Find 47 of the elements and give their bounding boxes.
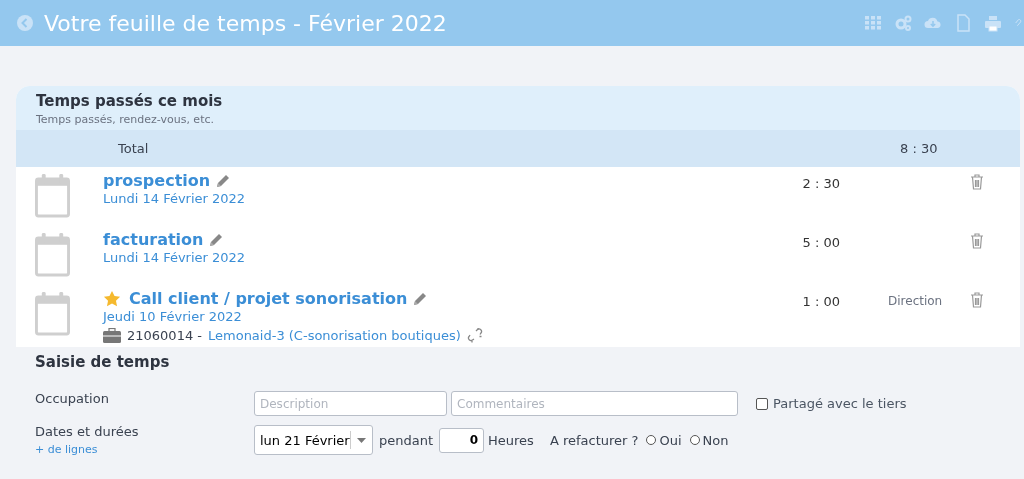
dates-label: Dates et durées [35, 424, 140, 439]
entry-duration: 2 : 30 [801, 175, 840, 191]
trash-icon[interactable] [970, 233, 984, 249]
pencil-icon[interactable] [208, 231, 225, 248]
entry-date: Lundi 14 Février 2022 [103, 250, 247, 265]
hours-unit: Heures [488, 432, 534, 448]
date-dropdown[interactable]: lun 21 Février [254, 425, 373, 455]
card-title: Temps passés ce mois [36, 92, 224, 110]
calendar-icon [35, 232, 70, 277]
print-icon[interactable] [984, 14, 1002, 32]
calendar-icon [35, 173, 70, 218]
rebill-label: A refacturer ? [549, 432, 639, 448]
entry-date: Lundi 14 Février 2022 [103, 191, 247, 206]
radio-label: Non [702, 432, 729, 448]
radio-label: Oui [659, 432, 682, 448]
project-link[interactable]: Lemonaid-3 (C-sonorisation boutiques) [208, 327, 461, 343]
project-code: 21060014 - [127, 327, 202, 343]
hours-field[interactable]: 0 [439, 427, 485, 453]
entry-category: Direction [888, 294, 943, 308]
more-lines-link[interactable]: + de lignes [35, 443, 254, 456]
form-title: Saisie de temps [35, 353, 171, 371]
entry-title[interactable]: prospection [103, 171, 211, 190]
entry-date: Jeudi 10 Février 2022 [103, 309, 243, 324]
trash-icon[interactable] [970, 174, 984, 190]
occupation-label: Occupation [35, 391, 110, 408]
star-icon[interactable] [103, 289, 121, 308]
total-value: 8 : 30 [900, 141, 938, 156]
total-label: Total [117, 141, 150, 156]
radio-button[interactable] [689, 435, 700, 445]
entry-duration: 1 : 00 [801, 293, 840, 309]
calendar-icon [35, 291, 70, 336]
briefcase-icon [103, 327, 121, 343]
pencil-icon[interactable] [412, 290, 429, 307]
entry-duration: 5 : 00 [801, 234, 840, 250]
card-subtitle: Temps passés, rendez-vous, etc. [36, 113, 215, 126]
during-label: pendant [379, 432, 434, 448]
entry-title[interactable]: Call client / projet sonorisation [129, 289, 408, 308]
entry-title[interactable]: facturation [103, 230, 204, 249]
comments-field[interactable]: Commentaires [451, 391, 738, 416]
pencil-icon[interactable] [215, 172, 232, 189]
radio-button[interactable] [646, 435, 657, 445]
caret-icon [356, 437, 366, 443]
shared-checkbox[interactable] [756, 397, 768, 410]
page-title: Votre feuille de temps - Février 2022 [44, 10, 448, 36]
description-field[interactable]: Description [254, 391, 447, 416]
shared-label: Partagé avec le tiers [773, 396, 907, 411]
trash-icon[interactable] [970, 292, 984, 308]
